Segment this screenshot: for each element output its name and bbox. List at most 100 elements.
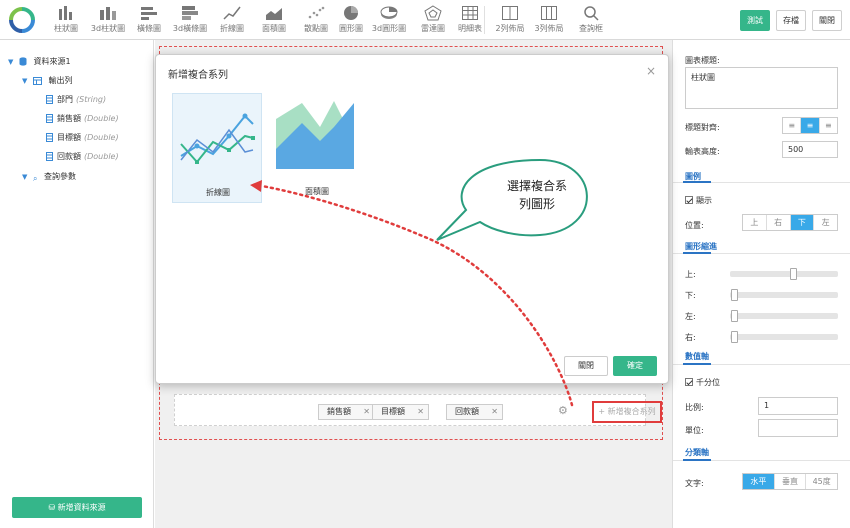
checkbox-checked-icon[interactable] — [685, 196, 693, 204]
toolbar-pie-button[interactable]: 圓形圖 — [330, 3, 372, 37]
close-icon[interactable]: × — [646, 64, 656, 78]
remove-icon[interactable]: ✕ — [363, 405, 370, 419]
toolbar-item-label: 面積圖 — [262, 24, 286, 33]
tree-field-item[interactable]: 部門 (String) — [46, 94, 106, 105]
position-top-button[interactable]: 上 — [743, 215, 767, 230]
dialog-close-button[interactable]: 關閉 — [564, 356, 608, 376]
series-tag[interactable]: 回款額 ✕ — [446, 404, 503, 420]
callout-line-1: 選擇複合系 — [506, 179, 567, 193]
expand-arrow-icon[interactable]: ▼ — [22, 77, 27, 85]
text-label: 文字: — [685, 479, 704, 488]
toolbar-pie-3d-button[interactable]: 3d圓形圖 — [368, 3, 410, 37]
remove-icon[interactable]: ✕ — [417, 405, 424, 419]
save-button[interactable]: 存檔 — [776, 10, 806, 31]
slider-handle[interactable] — [790, 268, 797, 280]
toolbar-horizontal-bar-3d-button[interactable]: 3d橫條圖 — [169, 3, 211, 37]
tree-query-label: 查詢參數 — [43, 172, 76, 181]
position-right-button[interactable]: 右 — [767, 215, 791, 230]
text-45-button[interactable]: 45度 — [806, 474, 837, 489]
position-left-button[interactable]: 左 — [814, 215, 837, 230]
test-button[interactable]: 測試 — [740, 10, 770, 31]
scatter-icon — [308, 6, 325, 19]
remove-icon[interactable]: ✕ — [491, 405, 498, 419]
unit-input[interactable] — [758, 419, 838, 437]
pie-icon — [344, 6, 358, 20]
tree-datasource[interactable]: ▼ 資料來源1 — [8, 56, 71, 67]
field-name: 目標額 — [57, 133, 81, 142]
toolbar-radar-button[interactable]: 雷達圖 — [412, 3, 454, 37]
indent-right-slider[interactable] — [730, 331, 838, 343]
expand-arrow-icon[interactable]: ▼ — [8, 58, 13, 66]
slider-handle[interactable] — [731, 310, 738, 322]
thousands-checkbox[interactable]: 千分位 — [685, 377, 720, 388]
position-bottom-button[interactable]: 下 — [790, 215, 815, 230]
title-align-label: 標題對齊: — [685, 123, 720, 132]
option-line-chart[interactable]: 折線圖 — [172, 93, 262, 203]
toolbar: 柱狀圖 3d柱狀圖 橫條圖 3d橫條圖 折線圖 面積圖 散點圖 圓形圖 3d圓形圖 雷達圖 明細表 2… — [0, 0, 850, 40]
toolbar-item-label: 3列佈局 — [534, 24, 564, 33]
toolbar-item-label: 3d圓形圖 — [371, 24, 407, 33]
add-datasource-button[interactable]: ⛁ 新增資料來源 — [12, 497, 142, 518]
legend-show-checkbox[interactable]: 顯示 — [685, 195, 712, 206]
search-icon — [584, 6, 599, 21]
toolbar-line-chart-button[interactable]: 折線圖 — [211, 3, 253, 37]
tree-query-params[interactable]: ▼ ⌕ 查詢參數 — [22, 171, 76, 184]
indent-right-label: 右: — [685, 333, 696, 342]
option-area-chart[interactable]: 面積圖 — [272, 93, 362, 203]
tree-field-item[interactable]: 回款額 (Double) — [46, 151, 119, 162]
toolbar-two-column-button[interactable]: 2列佈局 — [489, 3, 531, 37]
indent-left-slider[interactable] — [730, 310, 838, 322]
expand-arrow-icon[interactable]: ▼ — [22, 173, 27, 181]
align-center-button[interactable]: ≡ — [801, 118, 820, 133]
toolbar-search-button[interactable]: 查詢框 — [570, 3, 612, 37]
category-axis-section-title: 分類軸 — [685, 448, 709, 457]
field-column-icon — [46, 152, 53, 161]
toolbar-bar-3d-button[interactable]: 3d柱狀圖 — [87, 3, 129, 37]
table-icon — [462, 6, 478, 20]
add-combo-series-dialog: 新增複合系列 × 折線圖 面積圖 關閉 確定 — [155, 54, 669, 384]
toolbar-item-label: 查詢框 — [579, 24, 603, 33]
toolbar-area-chart-button[interactable]: 面積圖 — [253, 3, 295, 37]
dialog-ok-button[interactable]: 確定 — [613, 356, 657, 376]
dialog-title: 新增複合系列 — [168, 70, 228, 81]
toolbar-item-label: 圓形圖 — [339, 24, 363, 33]
field-type: (String) — [76, 95, 107, 104]
series-tag[interactable]: 目標額 ✕ — [372, 404, 429, 420]
tree-field-item[interactable]: 目標額 (Double) — [46, 132, 119, 143]
checkbox-checked-icon[interactable] — [685, 378, 693, 386]
height-input[interactable]: 500 — [782, 141, 838, 158]
ratio-label: 比例: — [685, 403, 704, 412]
tree-datasource-label: 資料來源1 — [33, 57, 71, 66]
tree-output[interactable]: ▼ 輸出列 — [22, 75, 72, 86]
close-button[interactable]: 關閉 — [812, 10, 842, 31]
tree-field-item[interactable]: 銷售額 (Double) — [46, 113, 119, 124]
field-column-icon — [46, 133, 53, 142]
align-right-button[interactable]: ≡ — [820, 118, 837, 133]
option-line-chart-label: 折線圖 — [206, 188, 230, 197]
text-vertical-button[interactable]: 垂直 — [775, 474, 807, 489]
horizontal-bar-3d-icon — [182, 6, 198, 20]
two-column-icon — [502, 6, 518, 20]
toolbar-three-column-button[interactable]: 3列佈局 — [528, 3, 570, 37]
field-type: (Double) — [84, 152, 119, 161]
gear-icon[interactable]: ⚙ — [558, 404, 568, 417]
slider-handle[interactable] — [731, 331, 738, 343]
slider-handle[interactable] — [731, 289, 738, 301]
align-left-button[interactable]: ≡ — [783, 118, 802, 133]
text-horizontal-button[interactable]: 水平 — [743, 474, 775, 489]
legend-show-label: 顯示 — [696, 196, 712, 205]
toolbar-bar-chart-button[interactable]: 柱狀圖 — [45, 3, 87, 37]
add-combo-series-button[interactable]: + 新增複合系列 — [592, 401, 662, 423]
line-chart-thumbnail-icon — [180, 113, 255, 164]
ratio-input[interactable]: 1 — [758, 397, 838, 415]
indent-top-slider[interactable] — [730, 268, 838, 280]
indent-bottom-slider[interactable] — [730, 289, 838, 301]
field-name: 回款額 — [57, 152, 81, 161]
chart-title-input[interactable]: 柱狀圖 — [685, 67, 838, 109]
area-chart-thumbnail-icon — [276, 101, 354, 169]
series-bar: 銷售額 ✕ 目標額 ✕ 回款額 ✕ ⚙ + 新增複合系列 — [174, 394, 662, 426]
toolbar-item-label: 2列佈局 — [495, 24, 525, 33]
toolbar-horizontal-bar-button[interactable]: 橫條圖 — [128, 3, 170, 37]
position-label: 位置: — [685, 221, 704, 230]
series-tag[interactable]: 銷售額 ✕ — [318, 404, 375, 420]
